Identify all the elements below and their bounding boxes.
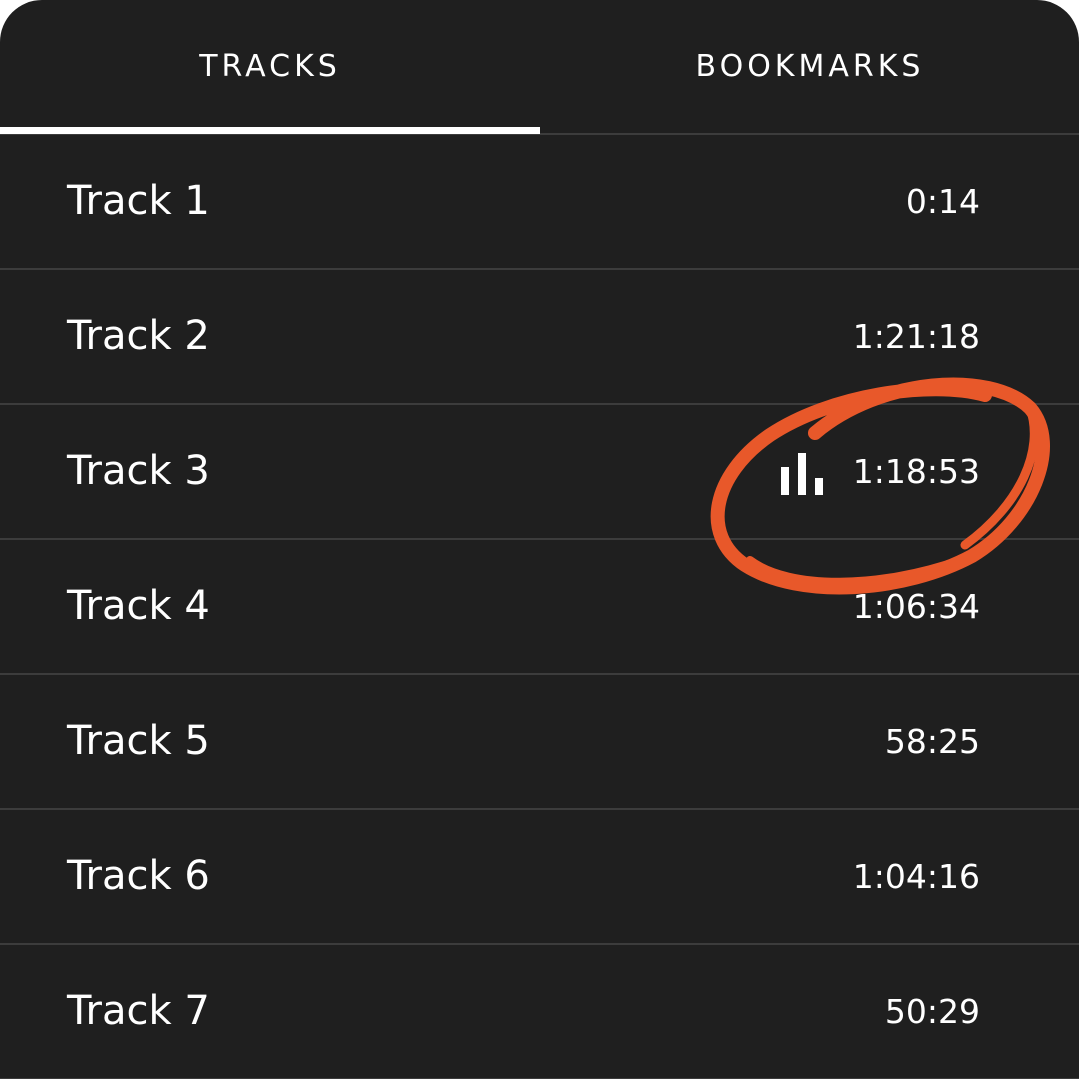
track-title: Track 5 [67,718,210,764]
track-row[interactable]: Track 7 50:29 [0,945,1079,1079]
track-duration: 58:25 [884,722,980,761]
track-row-playing[interactable]: Track 3 1:18:53 [0,405,1079,540]
track-row[interactable]: Track 4 1:06:34 [0,540,1079,675]
track-row[interactable]: Track 1 0:14 [0,135,1079,270]
tab-bookmarks[interactable]: BOOKMARKS [540,0,1079,135]
track-row[interactable]: Track 6 1:04:16 [0,810,1079,945]
track-row[interactable]: Track 5 58:25 [0,675,1079,810]
track-title: Track 7 [67,988,210,1034]
tab-tracks-label: TRACKS [199,49,341,84]
track-title: Track 3 [67,448,210,494]
track-row[interactable]: Track 2 1:21:18 [0,270,1079,405]
track-duration: 1:18:53 [852,452,980,491]
equalizer-bars-icon [779,451,825,497]
track-duration: 1:21:18 [852,317,980,356]
track-title: Track 4 [67,583,210,629]
tab-bar: TRACKS BOOKMARKS [0,0,1079,135]
active-tab-indicator [0,127,540,134]
tab-bookmarks-label: BOOKMARKS [695,49,925,84]
track-list: Track 1 0:14 Track 2 1:21:18 Track 3 1:1… [0,135,1079,1079]
track-duration: 0:14 [905,182,980,221]
track-duration: 1:04:16 [852,857,980,896]
track-title: Track 6 [67,853,210,899]
track-panel: TRACKS BOOKMARKS Track 1 0:14 Track 2 1:… [0,0,1079,1079]
track-duration: 50:29 [884,992,980,1031]
track-duration: 1:06:34 [852,587,980,626]
track-title: Track 2 [67,313,210,359]
tab-tracks[interactable]: TRACKS [0,0,540,135]
track-title: Track 1 [67,178,210,224]
